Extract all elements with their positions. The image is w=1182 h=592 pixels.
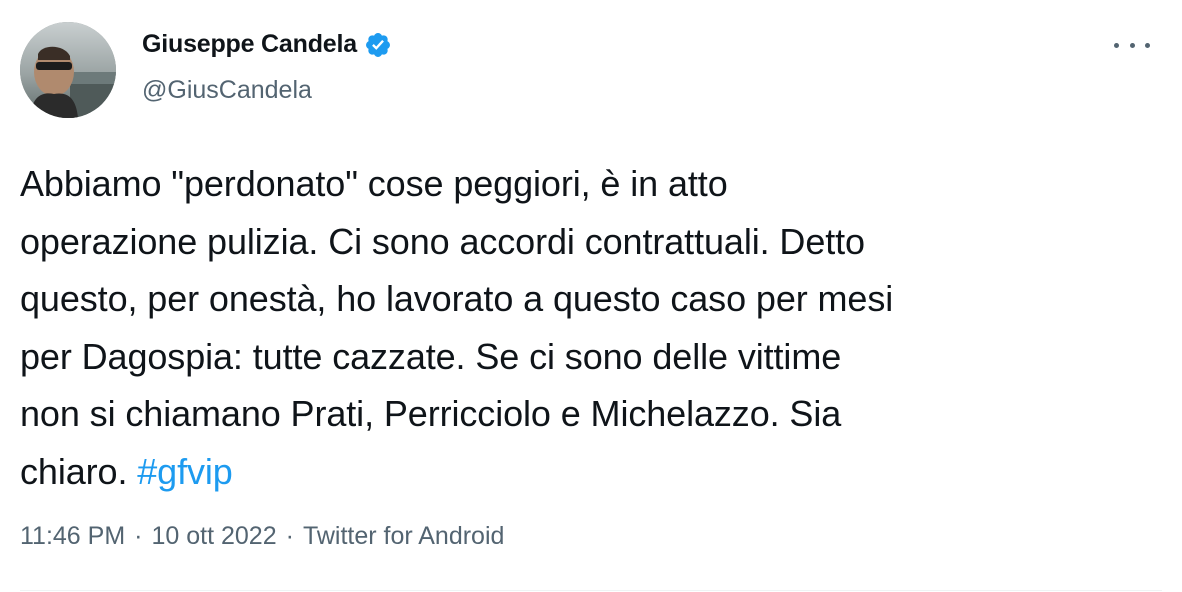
more-options-button[interactable]: [1114, 35, 1150, 55]
author-handle[interactable]: @GiusCandela: [142, 76, 312, 105]
tweet-line: per Dagospia: tutte cazzate. Se ci sono …: [20, 335, 842, 377]
tweet-text: Abbiamo "perdonato" cose peggiori, è in …: [20, 155, 1150, 501]
ellipsis-icon: [1114, 42, 1119, 48]
tweet-line-text: chiaro.: [20, 450, 138, 492]
tweet-meta: 11:46 PM · 10 ott 2022 · Twitter for And…: [20, 522, 504, 551]
tweet-line: Abbiamo "perdonato" cose peggiori, è in …: [20, 163, 728, 204]
avatar[interactable]: [20, 22, 116, 118]
tweet-date[interactable]: 10 ott 2022: [151, 522, 276, 551]
author-name-row: Giuseppe Candela: [142, 30, 392, 59]
tweet-line: questo, per onestà, ho lavorato a questo…: [20, 278, 894, 320]
author-display-name[interactable]: Giuseppe Candela: [142, 30, 357, 59]
tweet-card: Giuseppe Candela @GiusCandela Abbiamo "p…: [0, 0, 1182, 592]
divider: [20, 590, 1162, 591]
meta-separator: ·: [285, 522, 294, 550]
meta-separator: ·: [134, 522, 143, 550]
tweet-line: non si chiamano Prati, Perricciolo e Mic…: [20, 393, 842, 435]
verified-badge-icon: [364, 31, 392, 59]
tweet-line-last: chiaro. #gfvip: [20, 443, 1150, 501]
tweet-line: operazione pulizia. Ci sono accordi cont…: [20, 220, 865, 262]
tweet-source[interactable]: Twitter for Android: [303, 522, 504, 551]
ellipsis-dot: [1129, 42, 1135, 48]
ellipsis-dot: [1145, 42, 1150, 48]
hashtag-link[interactable]: #gfvip: [137, 451, 233, 492]
tweet-time[interactable]: 11:46 PM: [20, 522, 125, 551]
